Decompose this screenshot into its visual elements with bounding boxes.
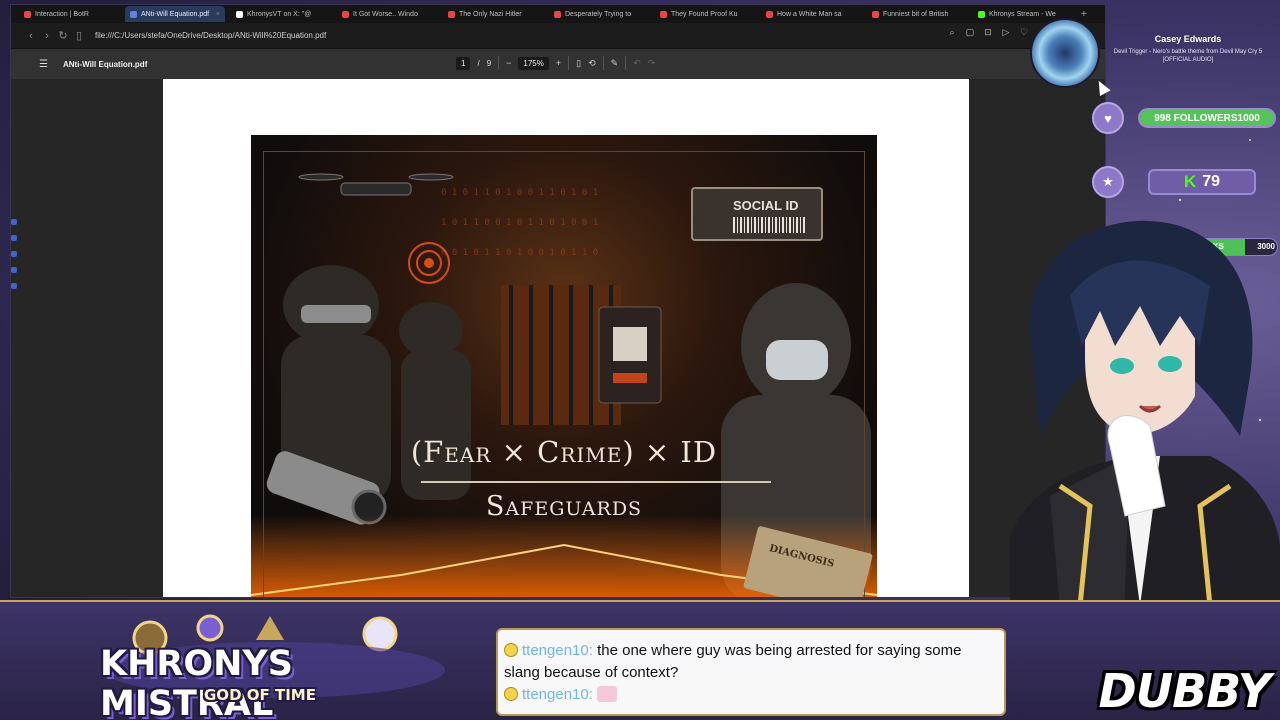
now-playing-artist: Casey Edwards — [1154, 34, 1222, 44]
sidebar-app-icon[interactable] — [11, 267, 17, 273]
left-sidebar-strip — [11, 79, 19, 597]
youtube-icon — [24, 10, 31, 18]
brand-logo: DUBBY — [1098, 664, 1271, 718]
document-icon — [130, 10, 137, 18]
file-icon: ▯ — [75, 30, 83, 42]
kick-counter: ★ K 79 — [1092, 166, 1256, 198]
follower-label: FOLLOWERS — [1173, 112, 1238, 124]
kick-logo-icon: K — [1183, 172, 1197, 191]
youtube-icon — [766, 10, 773, 18]
kick-count: 79 — [1202, 173, 1221, 190]
divider — [498, 56, 500, 70]
address-tools: ⌕ ▢ ⊡ ▷ ♡ — [947, 27, 1029, 37]
pdf-title: ANti-Will Equation.pdf — [63, 59, 148, 69]
tab-pdf[interactable]: ANti-Will Equation.pdf × — [125, 6, 225, 22]
close-tab-icon[interactable]: × — [216, 11, 220, 18]
youtube-icon — [554, 10, 561, 18]
user-badge-icon — [504, 687, 518, 701]
zoom-out-icon[interactable]: − — [506, 58, 511, 68]
user-badge-icon — [504, 643, 518, 657]
tab-video-8[interactable]: Funniest bit of British — [867, 6, 967, 22]
divider — [625, 56, 627, 70]
sidebar-app-icon[interactable] — [11, 283, 17, 289]
x-icon — [236, 10, 243, 18]
tab-interaction[interactable]: Interaction | BotR — [19, 6, 119, 22]
new-tab-button[interactable]: + — [1081, 9, 1087, 20]
zoom-in-icon[interactable]: + — [556, 58, 561, 68]
logo-title: KHRONYS MISTRAL — [100, 644, 293, 720]
zoom-icon[interactable]: ⌕ — [947, 27, 957, 37]
kick-icon — [978, 10, 985, 18]
divider — [568, 56, 570, 70]
youtube-icon — [872, 10, 879, 18]
divider — [602, 56, 604, 70]
youtube-icon — [660, 10, 667, 18]
tab-video-4[interactable]: The Only Nazi Hitler — [443, 6, 543, 22]
reload-icon[interactable]: ↻ — [55, 29, 71, 42]
poster-divider — [421, 481, 771, 483]
rotate-icon[interactable]: ⟲ — [588, 58, 596, 69]
forward-icon[interactable]: › — [39, 30, 55, 42]
star-icon: ★ — [1092, 166, 1124, 198]
now-playing-track: Devil Trigger - Nero's battle theme from… — [1113, 49, 1263, 63]
browser-window: Interaction | BotR ANti-Will Equation.pd… — [10, 4, 1106, 598]
tab-bar: Interaction | BotR ANti-Will Equation.pd… — [11, 5, 1105, 23]
pdf-toolbar: ☰ ANti-Will Equation.pdf 1 / 9 − 175% + … — [11, 49, 1105, 79]
chat-message: ttengen10: the one where guy was being a… — [504, 640, 998, 684]
clipboard-label: DIAGNOSIS — [767, 543, 836, 570]
poster-subtitle: Safeguards — [485, 491, 643, 522]
poster-title: (Fear × Crime) × ID — [410, 435, 718, 469]
play-icon[interactable]: ▷ — [1001, 27, 1011, 37]
page-number-input[interactable]: 1 — [456, 56, 471, 70]
fit-page-icon[interactable]: ▯ — [576, 58, 581, 69]
back-icon[interactable]: ‹ — [23, 30, 39, 42]
zoom-input[interactable]: 175% — [518, 56, 549, 70]
follower-goal-bar: 998 FOLLOWERS1000 — [1138, 108, 1276, 128]
follower-goal-value: 1000 — [1237, 112, 1260, 124]
chat-username: ttengen10: — [522, 686, 593, 703]
social-id-card: SOCIAL ID — [691, 187, 823, 241]
now-playing-widget: Casey Edwards Devil Trigger - Nero's bat… — [1100, 34, 1276, 64]
pdf-controls: 1 / 9 − 175% + ▯ ⟲ ✎ ↶ ↷ — [456, 56, 655, 70]
sidebar-app-icon[interactable] — [11, 219, 17, 225]
channel-logo: KHRONYS MISTRAL GOD OF TIME — [90, 610, 460, 720]
social-id-label: SOCIAL ID — [733, 198, 799, 213]
screenshot-icon[interactable]: ▢ — [965, 27, 975, 37]
chat-message: ttengen10: — [504, 684, 998, 706]
page-total: 9 — [486, 58, 492, 68]
tab-video-7[interactable]: How a White Man sa — [761, 6, 861, 22]
youtube-icon — [448, 10, 455, 18]
follower-goal: ♥ 998 FOLLOWERS1000 — [1092, 102, 1276, 134]
chat-emote-icon — [597, 686, 618, 702]
tab-video-3[interactable]: It Got Worse.. Windo — [337, 6, 437, 22]
url-field[interactable]: file:///C:/Users/stefa/OneDrive/Desktop/… — [95, 31, 326, 40]
logo-subtitle: GOD OF TIME — [204, 686, 316, 704]
chat-username: ttengen10: — [522, 642, 593, 659]
address-bar: ‹ › ↻ ▯ file:///C:/Users/stefa/OneDrive/… — [11, 23, 1105, 49]
pdf-page: 0 1 0 1 1 0 1 0 0 1 1 0 1 0 1 1 0 1 1 0 … — [163, 79, 969, 597]
kick-count-bar: K 79 — [1148, 169, 1256, 195]
heart-icon: ♥ — [1092, 102, 1124, 134]
poster-image: 0 1 0 1 1 0 1 0 0 1 1 0 1 0 1 1 0 1 1 0 … — [251, 135, 877, 597]
tab-x-post[interactable]: KhronysVT on X: "@ — [231, 6, 331, 22]
youtube-icon — [342, 10, 349, 18]
barcode-icon — [733, 217, 807, 233]
sidebar-app-icon[interactable] — [11, 235, 17, 241]
follower-count: 998 — [1154, 112, 1171, 124]
redo-icon[interactable]: ↷ — [648, 58, 656, 69]
tab-video-6[interactable]: They Found Proof Ku — [655, 6, 755, 22]
annotate-icon[interactable]: ✎ — [611, 58, 619, 69]
sidebar-app-icon[interactable] — [11, 251, 17, 257]
menu-icon[interactable]: ☰ — [39, 59, 49, 70]
chat-box: ttengen10: the one where guy was being a… — [496, 628, 1006, 716]
extension-icon[interactable]: ⊡ — [983, 27, 993, 37]
heart-icon[interactable]: ♡ — [1019, 27, 1029, 37]
music-orb-icon — [1030, 18, 1100, 88]
undo-icon[interactable]: ↶ — [633, 58, 641, 69]
page-separator: / — [477, 58, 480, 68]
tab-video-5[interactable]: Desperately Trying to — [549, 6, 649, 22]
